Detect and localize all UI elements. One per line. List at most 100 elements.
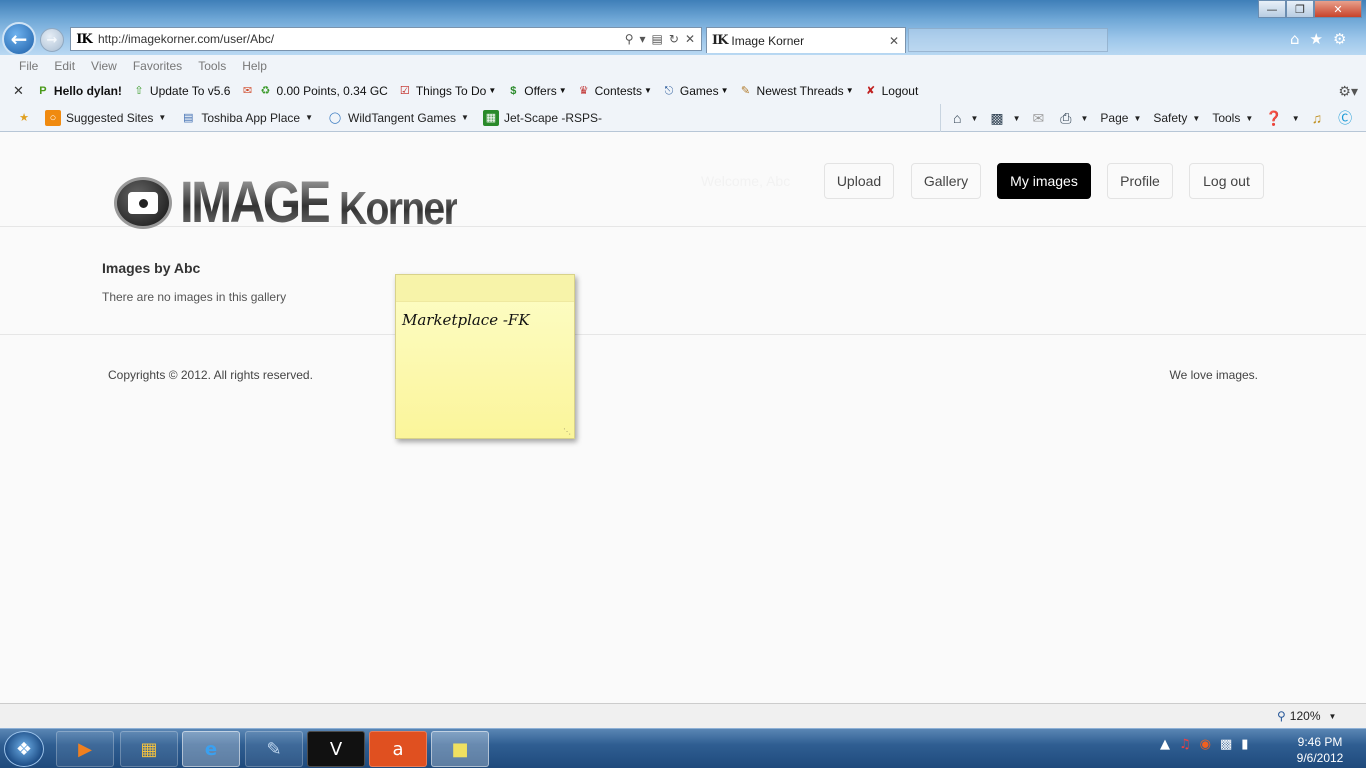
volume-muted-icon[interactable]: ♫ bbox=[1179, 737, 1191, 752]
cmd-tools[interactable]: Tools ▼ bbox=[1212, 111, 1253, 125]
menu-tools[interactable]: Tools bbox=[198, 59, 226, 73]
toolbar-threads[interactable]: ✎ Newest Threads ▼ bbox=[739, 84, 854, 98]
toshiba-label: Toshiba App Place bbox=[201, 110, 301, 125]
threads-text: Newest Threads bbox=[756, 83, 844, 98]
toolbar-gear-icon[interactable]: ⚙▾ bbox=[1338, 83, 1358, 100]
cmd-print[interactable]: ⎙ ▼ bbox=[1060, 110, 1088, 127]
site-favicon-icon: IK bbox=[76, 31, 92, 47]
new-tab-button[interactable] bbox=[908, 28, 1108, 52]
clock-time: 9:46 PM bbox=[1297, 735, 1343, 749]
cmd-research[interactable]: ♫ bbox=[1312, 110, 1327, 126]
cmd-feeds[interactable]: ▩ ▼ bbox=[990, 110, 1020, 127]
fav-jetscape[interactable]: ▦ Jet-Scape -RSPS- bbox=[482, 109, 602, 126]
start-button[interactable]: ❖ bbox=[4, 731, 44, 767]
cmd-skype[interactable]: Ⓒ bbox=[1338, 108, 1356, 128]
compatibility-view-icon[interactable]: ▤ bbox=[652, 32, 663, 46]
taskbar: ❖ ▶ ▦ e ✎ V a ■ ▲ ♫ ◉ ▩ ▮ 9:46 PM 9/6/20… bbox=[0, 728, 1366, 768]
trophy-icon: ♛ bbox=[578, 84, 589, 97]
address-bar[interactable]: IK http://imagekorner.com/user/Abc/ ⚲ ▾ … bbox=[70, 27, 702, 51]
cmd-mail[interactable]: ✉ bbox=[1033, 110, 1049, 127]
toolbar-points[interactable]: ✉ ♻ 0.00 Points, 0.34 GC bbox=[240, 84, 388, 98]
nav-my-images-button[interactable]: My images bbox=[997, 163, 1091, 199]
favorites-bar: ★ ○ Suggested Sites ▼ ▤ Toshiba App Place… bbox=[0, 104, 1366, 132]
system-clock[interactable]: 9:46 PM 9/6/2012 bbox=[1280, 734, 1360, 766]
sticky-note-title-bar[interactable] bbox=[396, 275, 574, 302]
refresh-icon[interactable]: ↻ bbox=[669, 32, 679, 46]
close-window-button[interactable]: ✕ bbox=[1314, 0, 1362, 18]
home-icon[interactable]: ⌂ bbox=[1290, 30, 1300, 48]
antivirus-icon[interactable]: ◉ bbox=[1200, 737, 1211, 752]
dropdown-icon[interactable]: ▾ bbox=[640, 32, 646, 46]
chevron-down-icon: ▼ bbox=[845, 86, 854, 95]
logout-text: Logout bbox=[881, 83, 919, 98]
stop-icon[interactable]: ✕ bbox=[685, 32, 695, 46]
file-explorer-icon[interactable]: ▦ bbox=[120, 731, 178, 767]
toolbar-games[interactable]: ⎋ Games ▼ bbox=[662, 84, 729, 98]
suggested-sites-icon: ○ bbox=[45, 109, 61, 126]
chevron-down-icon: ▼ bbox=[970, 113, 979, 123]
sticky-notes-icon[interactable]: ■ bbox=[431, 731, 489, 767]
resize-grip-icon[interactable]: ⋱ bbox=[563, 427, 571, 436]
minimize-button[interactable]: — bbox=[1258, 0, 1286, 18]
cmd-help[interactable]: ❓ ▼ bbox=[1265, 110, 1299, 127]
forward-button[interactable]: → bbox=[40, 28, 64, 52]
toolbar-close-icon[interactable]: ✕ bbox=[13, 83, 24, 99]
fav-suggested-sites[interactable]: ○ Suggested Sites ▼ bbox=[45, 109, 167, 126]
internet-explorer-icon[interactable]: e bbox=[182, 731, 240, 767]
nav-profile-button[interactable]: Profile bbox=[1107, 163, 1173, 199]
media-player-icon[interactable]: ▶ bbox=[56, 731, 114, 767]
chevron-down-icon: ▼ bbox=[1012, 113, 1021, 123]
maximize-button[interactable]: ❐ bbox=[1286, 0, 1314, 18]
menu-favorites[interactable]: Favorites bbox=[133, 59, 182, 73]
terminal-app-icon[interactable]: V bbox=[307, 731, 365, 767]
favorites-star-icon[interactable]: ★ bbox=[1310, 30, 1323, 48]
search-icon[interactable]: ⚲ bbox=[625, 32, 634, 46]
orange-app-icon[interactable]: a bbox=[369, 731, 427, 767]
cmd-home[interactable]: ⌂ ▼ bbox=[953, 110, 978, 126]
tab-close-icon[interactable]: ✕ bbox=[889, 34, 899, 48]
show-hidden-icons-icon[interactable]: ▲ bbox=[1160, 737, 1170, 752]
toolbar-contests[interactable]: ♛ Contests ▼ bbox=[577, 84, 652, 98]
page-icon: ▤ bbox=[183, 111, 194, 124]
menu-help[interactable]: Help bbox=[242, 59, 267, 73]
settings-gear-icon[interactable]: ⚙ bbox=[1333, 30, 1346, 48]
paint-icon[interactable]: ✎ bbox=[245, 731, 303, 767]
cmd-page[interactable]: Page ▼ bbox=[1100, 111, 1141, 125]
cmd-safety[interactable]: Safety ▼ bbox=[1153, 111, 1200, 125]
zoom-icon: ⚲ bbox=[1277, 709, 1286, 723]
tab-image-korner[interactable]: IK Image Korner ✕ bbox=[706, 27, 906, 53]
safety-label: Safety bbox=[1153, 111, 1188, 125]
toolbar-offers[interactable]: $ Offers ▼ bbox=[506, 84, 566, 98]
menu-view[interactable]: View bbox=[91, 59, 117, 73]
sticky-note-text[interactable]: Marketplace -FK bbox=[402, 311, 574, 329]
back-button[interactable]: ← bbox=[2, 22, 36, 56]
ie-page-icon: ◯ bbox=[328, 111, 342, 124]
nav-gallery-button[interactable]: Gallery bbox=[911, 163, 981, 199]
site-logo[interactable]: IMAGE Korner bbox=[114, 171, 478, 235]
menu-bar: File Edit View Favorites Tools Help bbox=[0, 55, 1366, 77]
fav-wildtangent[interactable]: ◯ WildTangent Games ▼ bbox=[327, 110, 469, 126]
network-icon[interactable]: ▮ bbox=[1241, 737, 1248, 752]
toolbar-greeting[interactable]: P Hello dylan! bbox=[36, 84, 122, 98]
url-text[interactable]: http://imagekorner.com/user/Abc/ bbox=[98, 32, 625, 46]
favorites-star-icon[interactable]: ★ bbox=[16, 110, 37, 126]
chevron-down-icon: ▼ bbox=[158, 113, 167, 122]
toolbar-todo[interactable]: ☑ Things To Do ▼ bbox=[398, 84, 496, 98]
menu-file[interactable]: File bbox=[19, 59, 38, 73]
fav-toshiba[interactable]: ▤ Toshiba App Place ▼ bbox=[180, 110, 313, 126]
device-icon[interactable]: ▩ bbox=[1220, 737, 1232, 752]
todo-text: Things To Do bbox=[415, 83, 487, 98]
greeting-text: Hello dylan! bbox=[53, 83, 122, 98]
zoom-control[interactable]: ⚲ 120% ▼ bbox=[1277, 709, 1336, 723]
chevron-down-icon: ▼ bbox=[1245, 113, 1254, 123]
toolbar-logout[interactable]: ✘ Logout bbox=[864, 83, 919, 98]
chevron-down-icon: ▼ bbox=[461, 113, 469, 122]
recycle-icon: ♻ bbox=[260, 84, 271, 97]
nav-upload-button[interactable]: Upload bbox=[824, 163, 894, 199]
nav-logout-button[interactable]: Log out bbox=[1189, 163, 1264, 199]
divider bbox=[0, 334, 1366, 335]
menu-edit[interactable]: Edit bbox=[54, 59, 75, 73]
toolbar-update[interactable]: ⇧ Update To v5.6 bbox=[132, 84, 230, 98]
games-text: Games bbox=[679, 83, 719, 98]
sticky-note[interactable]: Marketplace -FK ⋱ bbox=[395, 274, 575, 439]
